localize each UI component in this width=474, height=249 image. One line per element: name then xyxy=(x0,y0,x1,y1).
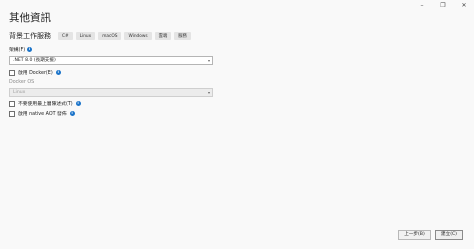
docker-os-label: Docker OS xyxy=(9,80,34,85)
top-level-statements-option[interactable]: 不要使用最上層陳述式(T) i xyxy=(9,100,81,107)
framework-label: 架構(F) i xyxy=(9,46,33,53)
framework-label-text: 架構(F) xyxy=(9,48,26,53)
native-aot-checkbox[interactable] xyxy=(9,110,15,117)
page-title: 其他資訊 xyxy=(9,12,51,24)
docker-os-select: Linux ▾ xyxy=(9,88,213,97)
docker-os-value: Linux xyxy=(13,90,26,95)
docker-os-label-text: Docker OS xyxy=(9,80,35,85)
window-controls: – ❐ ✕ xyxy=(418,2,468,10)
info-icon[interactable]: i xyxy=(69,111,75,116)
tag: 雲端 xyxy=(154,32,172,40)
template-header: 背景工作服務 C# Linux macOS Windows 雲端 服務 xyxy=(9,31,191,41)
chevron-down-icon: ▾ xyxy=(207,58,210,63)
info-icon[interactable]: i xyxy=(75,101,81,106)
docker-checkbox[interactable] xyxy=(9,69,15,76)
native-aot-option[interactable]: 啟用 native AOT 發佈 i xyxy=(9,110,75,117)
top-level-statements-checkbox[interactable] xyxy=(9,100,15,107)
back-button[interactable]: 上一步(B) xyxy=(398,230,431,240)
template-tags: C# Linux macOS Windows 雲端 服務 xyxy=(58,32,191,40)
top-level-statements-label: 不要使用最上層陳述式(T) xyxy=(18,102,73,107)
tag: Linux xyxy=(75,32,96,40)
tag: Windows xyxy=(124,32,152,40)
template-name: 背景工作服務 xyxy=(9,32,51,40)
framework-select[interactable]: .NET 8.0 (長期支援) ▾ xyxy=(9,56,213,65)
minimize-icon[interactable]: – xyxy=(418,2,426,10)
close-icon[interactable]: ✕ xyxy=(460,2,468,10)
framework-value: .NET 8.0 (長期支援) xyxy=(13,58,56,63)
tag: C# xyxy=(58,32,73,40)
info-icon[interactable]: i xyxy=(55,70,61,75)
create-button[interactable]: 建立(C) xyxy=(435,230,463,240)
tag: macOS xyxy=(98,32,122,40)
chevron-down-icon: ▾ xyxy=(207,90,210,95)
info-icon[interactable]: i xyxy=(27,47,33,52)
tag: 服務 xyxy=(174,32,191,40)
docker-option[interactable]: 啟用 Docker(E) i xyxy=(9,69,61,76)
docker-label: 啟用 Docker(E) xyxy=(18,71,53,76)
native-aot-label: 啟用 native AOT 發佈 xyxy=(18,112,67,117)
maximize-icon[interactable]: ❐ xyxy=(439,2,447,10)
